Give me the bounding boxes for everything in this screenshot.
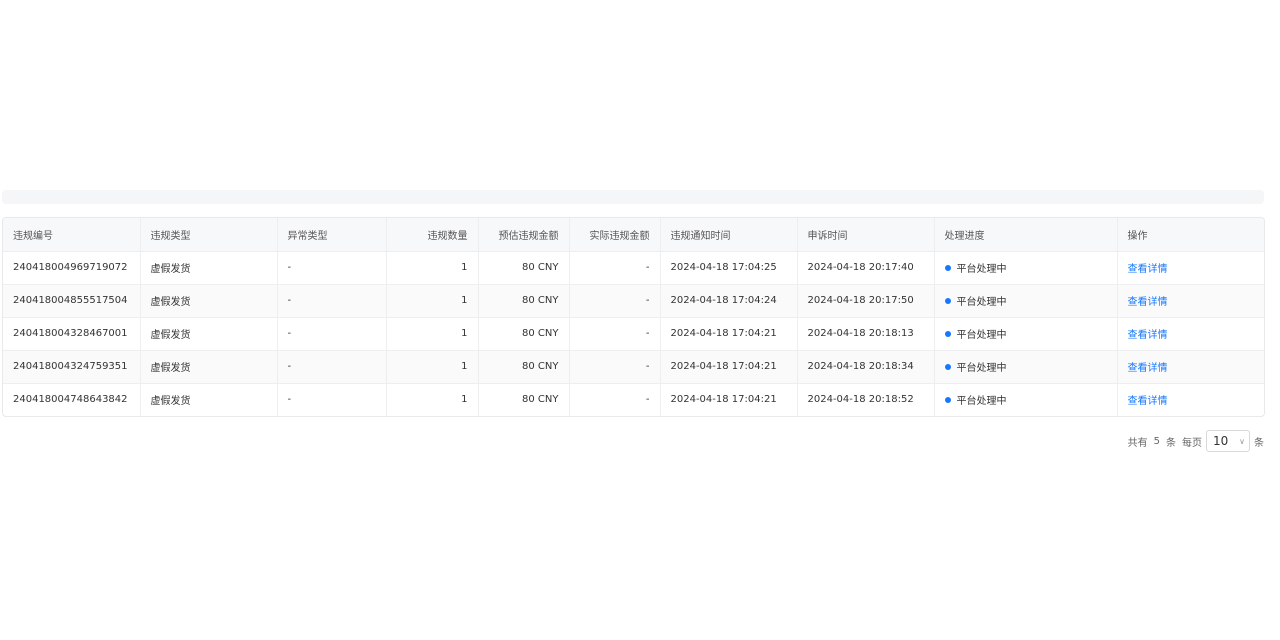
action-cell: 查看详情 — [1117, 350, 1264, 383]
appeal-time-cell: 2024-04-18 20:18:52 — [797, 383, 935, 416]
col-header-violation-count: 违规数量 — [386, 218, 479, 251]
col-header-action: 操作 — [1127, 230, 1148, 242]
total-prefix: 共有 — [1127, 437, 1148, 449]
abnormal-type-cell: - — [277, 284, 387, 317]
abnormal-type-cell: - — [277, 251, 387, 284]
violation-count-cell: 1 — [386, 383, 479, 416]
status-dot-icon — [944, 364, 951, 370]
chevron-down-icon: ∨ — [1239, 436, 1245, 446]
abnormal-type-cell: - — [277, 317, 387, 350]
status-dot-icon — [944, 331, 951, 337]
progress-cell: 平台处理中 — [934, 383, 1118, 416]
notice-time-cell: 2024-04-18 17:04:21 — [660, 317, 798, 350]
progress-cell: 平台处理中 — [934, 284, 1118, 317]
violation-type-cell: 虚假发货 — [140, 350, 278, 383]
view-details-link[interactable]: 查看详情 — [1128, 330, 1168, 341]
col-header-abnormal-type: 异常类型 — [277, 218, 387, 251]
status-dot-icon — [944, 397, 951, 404]
progress-cell: 平台处理中 — [934, 350, 1118, 383]
page-size-select[interactable]: 10 ∨ — [1206, 430, 1250, 452]
notice-time-cell: 2024-04-18 17:04:21 — [660, 383, 798, 416]
col-header-actual-amount: 实际违规金额 — [569, 218, 661, 251]
progress-cell: 平台处理中 — [934, 317, 1118, 350]
action-cell: 查看详情 — [1117, 317, 1264, 350]
notice-time-cell: 2024-04-18 17:04:21 — [660, 350, 798, 383]
estimated-amount-cell: 80 CNY — [478, 350, 570, 383]
table-row: 240418004324759351 虚假发货 - 1 80 CNY - 202… — [3, 350, 1264, 383]
table-row: 240418004969719072 虚假发货 - 1 80 CNY - 202… — [3, 251, 1264, 284]
status-label: 平台处理中 — [956, 363, 1007, 374]
action-cell: 查看详情 — [1117, 383, 1264, 416]
col-header-estimated-amount: 预估违规金额 — [478, 218, 570, 251]
col-header-violation-id: 违规编号 — [3, 218, 141, 251]
page-size-value: 10 — [1213, 434, 1229, 448]
violations-table: 违规编号 违规类型 异常类型 违规数量 预估违规金额 实际违规金额 违规通知时间… — [2, 217, 1265, 417]
abnormal-type-cell: - — [277, 383, 387, 416]
notice-time-cell: 2024-04-18 17:04:25 — [660, 251, 798, 284]
col-header-appeal-time: 申诉时间 — [797, 218, 935, 251]
progress-cell: 平台处理中 — [934, 251, 1118, 284]
action-cell: 查看详情 — [1117, 251, 1264, 284]
appeal-time-cell: 2024-04-18 20:17:40 — [797, 251, 935, 284]
filter-bar-placeholder — [2, 190, 1264, 204]
violation-id-cell: 240418004969719072 — [3, 251, 141, 284]
page-size-suffix: 条 — [1254, 437, 1264, 449]
status-dot-icon — [944, 298, 951, 304]
total-suffix: 条 — [1166, 437, 1176, 449]
table-header-row: 违规编号 违规类型 异常类型 违规数量 预估违规金额 实际违规金额 违规通知时间… — [3, 218, 1264, 251]
violation-type-cell: 虚假发货 — [140, 251, 278, 284]
status-label: 平台处理中 — [956, 297, 1007, 308]
violation-id-cell: 240418004324759351 — [3, 350, 141, 383]
pagination: 共有 5 条 每页 10 ∨ 条 — [1128, 429, 1264, 453]
action-cell: 查看详情 — [1117, 284, 1264, 317]
violation-id-cell: 240418004748643842 — [3, 383, 141, 416]
violation-count-cell: 1 — [386, 350, 479, 383]
estimated-amount-cell: 80 CNY — [478, 284, 570, 317]
actual-amount-cell: - — [569, 383, 661, 416]
actual-amount-cell: - — [569, 350, 661, 383]
table-row: 240418004855517504 虚假发货 - 1 80 CNY - 202… — [3, 284, 1264, 317]
appeal-time-cell: 2024-04-18 20:17:50 — [797, 284, 935, 317]
view-details-link[interactable]: 查看详情 — [1128, 363, 1168, 374]
actual-amount-cell: - — [569, 317, 661, 350]
status-label: 平台处理中 — [956, 330, 1007, 341]
table-row: 240418004748643842 虚假发货 - 1 80 CNY - 202… — [3, 383, 1264, 416]
violation-id-cell: 240418004855517504 — [3, 284, 141, 317]
violation-type-cell: 虚假发货 — [140, 284, 278, 317]
actual-amount-cell: - — [569, 284, 661, 317]
view-details-link[interactable]: 查看详情 — [1128, 396, 1168, 407]
status-dot-icon — [944, 265, 951, 271]
view-details-link[interactable]: 查看详情 — [1128, 297, 1168, 308]
violation-count-cell: 1 — [386, 251, 479, 284]
violation-type-cell: 虚假发货 — [140, 317, 278, 350]
appeal-time-cell: 2024-04-18 20:18:34 — [797, 350, 935, 383]
total-count: 5 — [1153, 435, 1160, 447]
appeal-time-cell: 2024-04-18 20:18:13 — [797, 317, 935, 350]
estimated-amount-cell: 80 CNY — [478, 317, 570, 350]
violation-type-cell: 虚假发货 — [140, 383, 278, 416]
estimated-amount-cell: 80 CNY — [478, 251, 570, 284]
abnormal-type-cell: - — [277, 350, 387, 383]
actual-amount-cell: - — [569, 251, 661, 284]
per-page-label: 每页 — [1182, 437, 1202, 449]
violation-id-cell: 240418004328467001 — [3, 317, 141, 350]
status-label: 平台处理中 — [956, 264, 1007, 275]
view-details-link[interactable]: 查看详情 — [1128, 264, 1168, 275]
table-row: 240418004328467001 虚假发货 - 1 80 CNY - 202… — [3, 317, 1264, 350]
violation-count-cell: 1 — [386, 284, 479, 317]
col-header-violation-type: 违规类型 — [140, 218, 278, 251]
estimated-amount-cell: 80 CNY — [478, 383, 570, 416]
col-header-progress: 处理进度 — [934, 218, 1118, 251]
status-label: 平台处理中 — [956, 396, 1007, 408]
col-header-notice-time: 违规通知时间 — [660, 218, 798, 251]
violation-count-cell: 1 — [386, 317, 479, 350]
notice-time-cell: 2024-04-18 17:04:24 — [660, 284, 798, 317]
